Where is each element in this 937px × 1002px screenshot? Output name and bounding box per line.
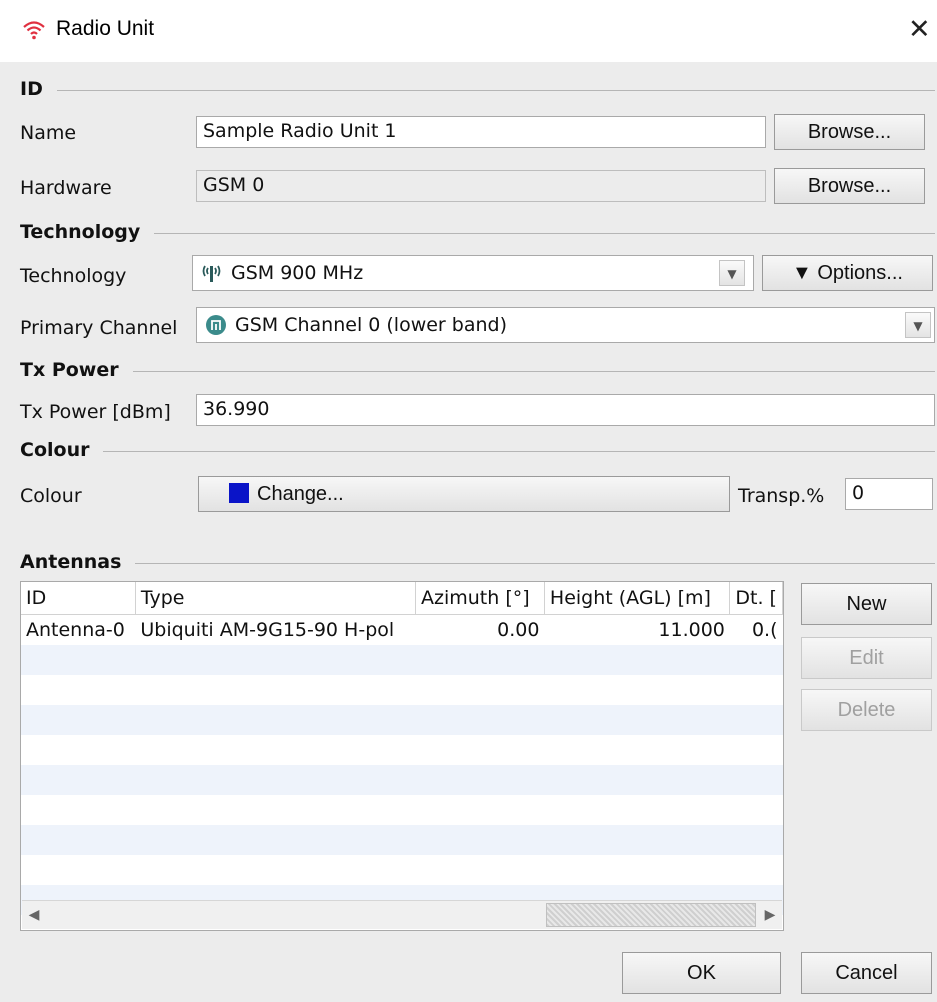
change-colour-label: Change... xyxy=(257,483,344,505)
primary-channel-value: GSM Channel 0 (lower band) xyxy=(235,314,508,336)
cell-height: 11.000 xyxy=(658,619,725,641)
hardware-label: Hardware xyxy=(20,177,112,199)
technology-value: GSM 900 MHz xyxy=(231,262,364,284)
hardware-field: GSM 0 xyxy=(196,170,766,202)
table-header-row: ID Type Azimuth [°] Height (AGL) [m] Dt.… xyxy=(21,582,783,615)
close-button[interactable]: ✕ xyxy=(908,14,937,44)
primary-channel-select[interactable]: GSM Channel 0 (lower band) ▼ xyxy=(196,307,935,343)
channel-icon xyxy=(206,315,226,335)
transparency-input[interactable]: 0 xyxy=(845,478,933,510)
scroll-right-icon[interactable]: ▶ xyxy=(758,901,782,929)
tx-power-label: Tx Power [dBm] xyxy=(20,401,171,423)
empty-row xyxy=(21,855,783,885)
window-title: Radio Unit xyxy=(56,17,155,40)
horizontal-scrollbar[interactable]: ◀ ▶ xyxy=(22,900,782,929)
section-divider xyxy=(20,563,935,564)
column-header-id[interactable]: ID xyxy=(21,582,136,615)
gsm-tower-icon xyxy=(202,265,221,282)
hardware-browse-button[interactable]: Browse... xyxy=(774,168,925,204)
cell-id: Antenna-0 xyxy=(26,619,125,641)
section-title-technology: Technology xyxy=(20,221,155,243)
ok-button[interactable]: OK xyxy=(622,952,781,994)
technology-label: Technology xyxy=(20,265,127,287)
colour-label: Colour xyxy=(20,485,82,507)
cancel-button[interactable]: Cancel xyxy=(801,952,932,994)
antennas-table[interactable]: ID Type Azimuth [°] Height (AGL) [m] Dt.… xyxy=(20,581,784,931)
name-input[interactable]: Sample Radio Unit 1 xyxy=(196,116,766,148)
chevron-down-icon[interactable]: ▼ xyxy=(719,260,745,286)
empty-row xyxy=(21,645,783,675)
table-row[interactable]: Antenna-0 Ubiquiti AM-9G15-90 H-pol 0.00… xyxy=(21,615,783,646)
section-divider xyxy=(20,233,935,234)
section-title-antennas: Antennas xyxy=(20,551,136,573)
column-header-type[interactable]: Type xyxy=(135,582,416,615)
colour-swatch xyxy=(229,483,249,503)
cell-azimuth: 0.00 xyxy=(497,619,540,641)
section-divider xyxy=(20,90,935,91)
cell-type: Ubiquiti AM-9G15-90 H-pol xyxy=(140,619,395,641)
scrollbar-thumb[interactable] xyxy=(546,903,756,927)
cell-dt: 0.( xyxy=(751,619,778,641)
new-antenna-button[interactable]: New xyxy=(801,583,932,625)
name-browse-button[interactable]: Browse... xyxy=(774,114,925,150)
section-divider xyxy=(20,451,935,452)
change-colour-button[interactable]: Change... xyxy=(198,476,730,512)
delete-antenna-button[interactable]: Delete xyxy=(801,689,932,731)
chevron-down-icon[interactable]: ▼ xyxy=(905,312,931,338)
wifi-icon xyxy=(23,21,45,40)
transp-label: Transp.% xyxy=(738,485,825,507)
section-title-id: ID xyxy=(20,78,57,100)
edit-antenna-button[interactable]: Edit xyxy=(801,637,932,679)
column-header-azimuth[interactable]: Azimuth [°] xyxy=(415,582,545,615)
section-divider xyxy=(20,371,935,372)
name-label: Name xyxy=(20,122,77,144)
primary-channel-label: Primary Channel xyxy=(20,317,178,339)
title-bar: Radio Unit ✕ xyxy=(0,0,937,62)
options-button[interactable]: ▼ Options... xyxy=(762,255,933,291)
column-header-dt[interactable]: Dt. [ xyxy=(729,582,783,615)
technology-select[interactable]: GSM 900 MHz ▼ xyxy=(192,255,754,291)
empty-row xyxy=(21,735,783,765)
empty-row xyxy=(21,705,783,735)
section-title-colour: Colour xyxy=(20,439,104,461)
tx-power-input[interactable]: 36.990 xyxy=(196,394,935,426)
column-header-height[interactable]: Height (AGL) [m] xyxy=(544,582,731,615)
empty-row xyxy=(21,795,783,825)
empty-row xyxy=(21,765,783,795)
scroll-left-icon[interactable]: ◀ xyxy=(22,901,46,929)
section-title-tx-power: Tx Power xyxy=(20,359,133,381)
empty-row xyxy=(21,825,783,855)
empty-row xyxy=(21,675,783,705)
